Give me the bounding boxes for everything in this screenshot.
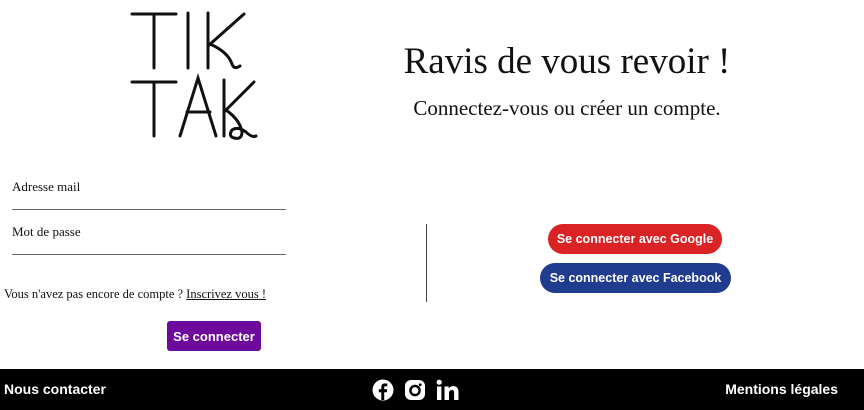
facebook-login-button[interactable]: Se connecter avec Facebook — [540, 263, 731, 293]
welcome-title: Ravis de vous revoir ! — [403, 41, 731, 82]
linkedin-icon[interactable] — [436, 379, 460, 401]
tiktak-logo — [128, 8, 260, 142]
footer: Nous contacter Mentions légales — [0, 369, 864, 410]
no-account-text: Vous n'avez pas encore de compte ? — [4, 287, 187, 301]
signup-prompt: Vous n'avez pas encore de compte ? Inscr… — [4, 287, 266, 302]
email-field-wrapper — [12, 178, 286, 210]
signup-link[interactable]: Inscrivez vous ! — [186, 287, 266, 301]
social-icons — [372, 378, 460, 402]
legal-notice-link[interactable]: Mentions légales — [725, 381, 838, 397]
facebook-icon[interactable] — [372, 379, 394, 401]
instagram-icon[interactable] — [404, 379, 426, 401]
vertical-divider — [426, 224, 427, 302]
password-field[interactable] — [12, 224, 286, 254]
google-login-button[interactable]: Se connecter avec Google — [548, 224, 722, 254]
contact-link[interactable]: Nous contacter — [4, 381, 106, 397]
welcome-subtitle: Connectez-vous ou créer un compte. — [413, 96, 721, 120]
password-field-wrapper — [12, 223, 286, 255]
email-field[interactable] — [12, 179, 286, 209]
tiktak-logo-graphic — [130, 11, 258, 140]
login-button[interactable]: Se connecter — [167, 321, 261, 351]
